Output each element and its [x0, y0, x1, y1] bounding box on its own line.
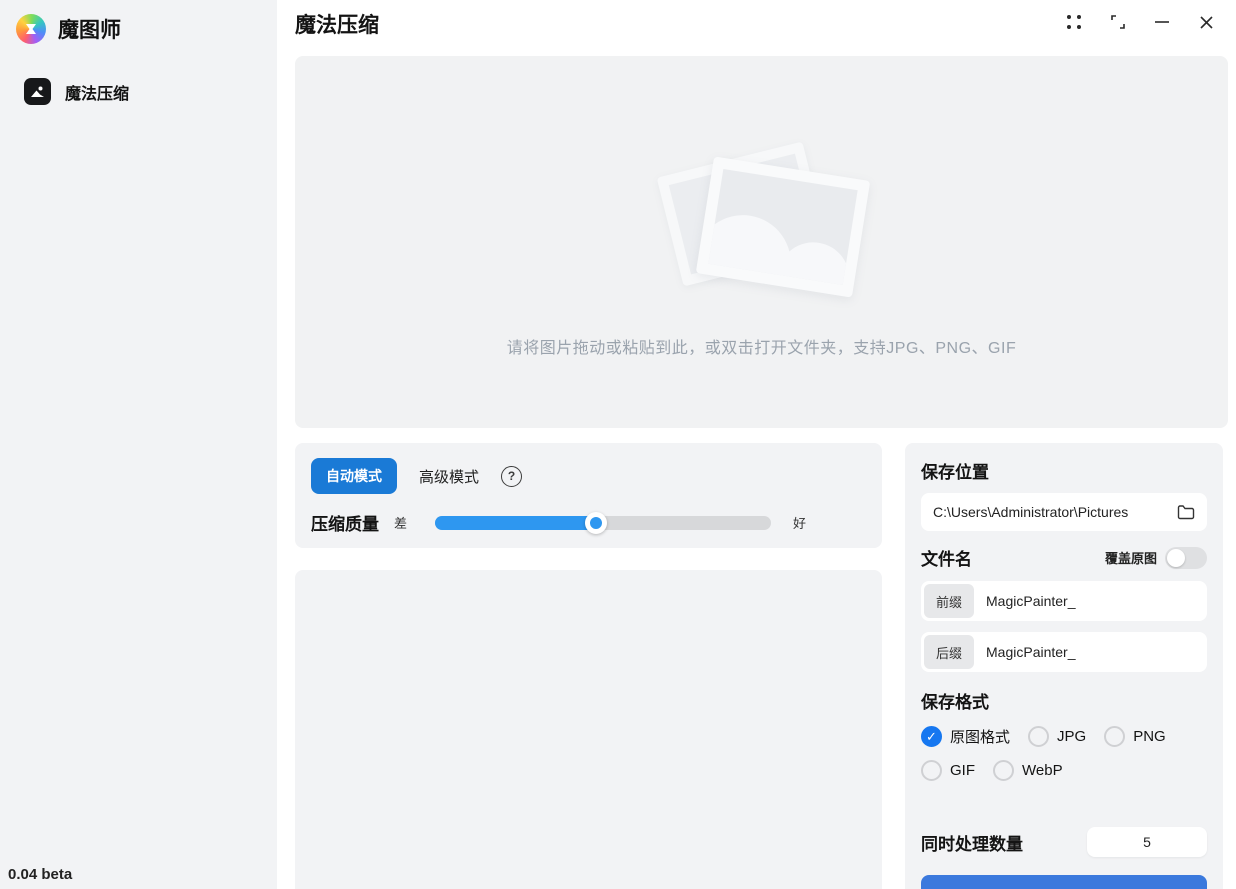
filename-heading: 文件名	[921, 545, 972, 570]
prefix-chip: 前缀	[924, 584, 974, 618]
concurrency-label: 同时处理数量	[921, 830, 1023, 855]
format-radio-jpg[interactable]: JPG	[1028, 726, 1086, 747]
overwrite-toggle[interactable]	[1165, 547, 1207, 569]
save-format-heading: 保存格式	[921, 688, 1207, 713]
suffix-chip: 后缀	[924, 635, 974, 669]
image-icon	[24, 78, 51, 105]
format-radio-gif[interactable]: GIF	[921, 760, 975, 781]
sidebar-item-label: 魔法压缩	[65, 80, 129, 104]
file-queue-panel	[295, 570, 882, 889]
sidebar-item-magic-compress[interactable]: 魔法压缩	[16, 72, 267, 111]
prefix-field[interactable]: 前缀	[921, 581, 1207, 621]
quality-label: 压缩质量	[311, 510, 379, 535]
quality-max-label: 好	[793, 513, 806, 532]
radio-icon	[993, 760, 1014, 781]
app-title: 魔图师	[58, 14, 121, 44]
format-radio-webp[interactable]: WebP	[993, 760, 1063, 781]
maximize-icon[interactable]	[1096, 4, 1140, 40]
app-brand: 魔图师	[0, 0, 277, 54]
version-label: 0.04 beta	[8, 866, 72, 883]
app-window: 魔图师 魔法压缩 0.04 beta 魔法压缩	[0, 0, 1236, 889]
save-settings-panel: 保存位置 文件名 覆盖原图 前缀 后缀 保存格式	[905, 443, 1223, 889]
quality-min-label: 差	[394, 513, 407, 532]
quality-slider-thumb[interactable]	[585, 512, 607, 534]
radio-checked-icon: ✓	[921, 726, 942, 747]
app-logo-icon	[16, 14, 46, 44]
quality-slider[interactable]	[435, 516, 771, 530]
window-controls	[1052, 4, 1228, 40]
image-drop-zone[interactable]: 请将图片拖动或粘贴到此，或双击打开文件夹，支持JPG、PNG、GIF	[295, 56, 1228, 428]
save-path-field[interactable]	[921, 493, 1207, 531]
minimize-icon[interactable]	[1140, 4, 1184, 40]
prefix-input[interactable]	[974, 593, 1207, 609]
format-radio-original[interactable]: ✓ 原图格式	[921, 726, 1010, 747]
layout-dots-icon[interactable]	[1052, 4, 1096, 40]
tab-auto-mode[interactable]: 自动模式	[311, 458, 397, 494]
radio-icon	[1028, 726, 1049, 747]
save-path-input[interactable]	[933, 504, 1175, 520]
tab-advanced-mode[interactable]: 高级模式	[419, 466, 479, 487]
save-location-heading: 保存位置	[921, 458, 1207, 483]
suffix-input[interactable]	[974, 644, 1207, 660]
radio-icon	[1104, 726, 1125, 747]
drop-hint-text: 请将图片拖动或粘贴到此，或双击打开文件夹，支持JPG、PNG、GIF	[295, 334, 1228, 358]
start-processing-button[interactable]: 开始处理	[921, 875, 1207, 889]
page-title: 魔法压缩	[295, 9, 379, 39]
photo-placeholder-icon	[662, 144, 862, 304]
folder-icon[interactable]	[1175, 501, 1197, 523]
help-icon[interactable]: ?	[501, 466, 522, 487]
quality-slider-fill	[435, 516, 596, 530]
suffix-field[interactable]: 后缀	[921, 632, 1207, 672]
radio-icon	[921, 760, 942, 781]
concurrency-input[interactable]	[1087, 827, 1207, 857]
sidebar: 魔图师 魔法压缩 0.04 beta	[0, 0, 277, 889]
close-icon[interactable]	[1184, 4, 1228, 40]
format-radio-png[interactable]: PNG	[1104, 726, 1166, 747]
overwrite-label: 覆盖原图	[1105, 548, 1157, 567]
mode-panel: 自动模式 高级模式 ? 压缩质量 差 好	[295, 443, 882, 548]
